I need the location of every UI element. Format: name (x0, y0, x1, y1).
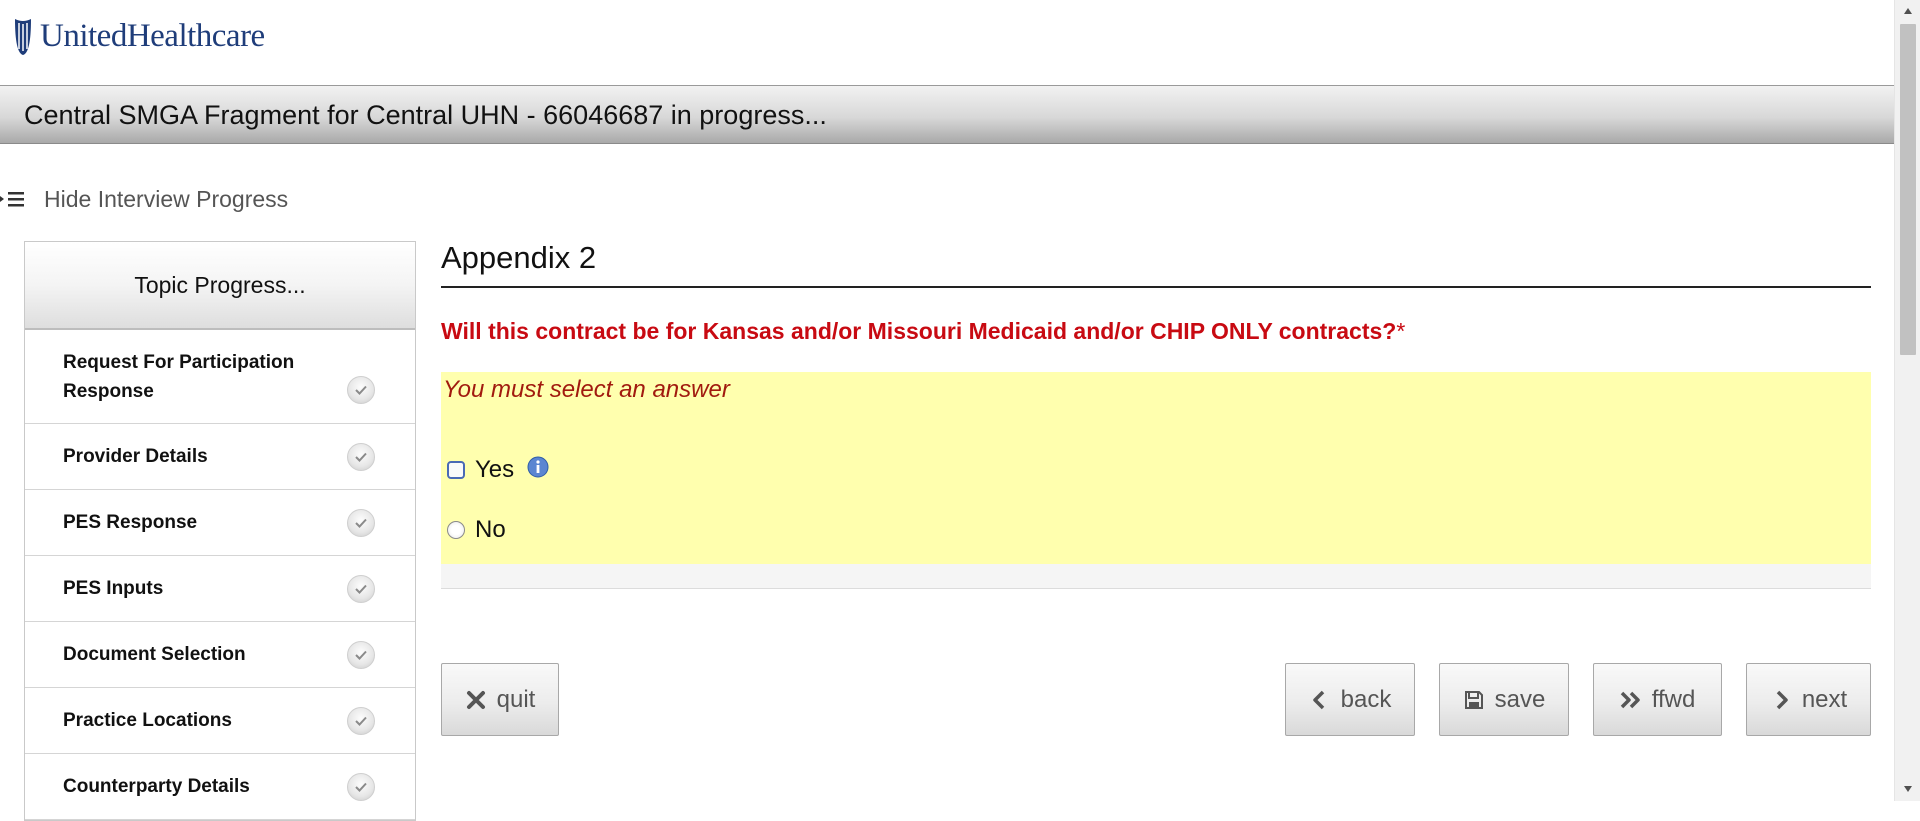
topic-item[interactable]: Counterparty Details (25, 754, 415, 820)
ffwd-label: ffwd (1651, 685, 1696, 713)
check-icon (347, 575, 375, 603)
check-icon (347, 376, 375, 404)
check-icon (347, 509, 375, 537)
topic-label: Document Selection (63, 644, 246, 665)
check-icon (347, 443, 375, 471)
interview-title: Central SMGA Fragment for Central UHN - … (24, 100, 827, 130)
double-chevron-right-icon (1620, 691, 1640, 708)
save-button[interactable]: save (1439, 663, 1569, 736)
scroll-up-arrow-icon[interactable] (1903, 7, 1913, 15)
page-scrollbar[interactable] (1894, 0, 1920, 801)
brand-header: UnitedHealthcare (0, 0, 1894, 85)
option-yes[interactable]: Yes (447, 456, 550, 484)
yes-checkbox[interactable] (447, 461, 465, 479)
interview-main: Appendix 2 Will this contract be for Kan… (441, 236, 1871, 589)
topic-label: Practice Locations (63, 710, 232, 731)
topic-label: PES Inputs (63, 578, 164, 599)
brand-name: UnitedHealthcare (40, 17, 265, 54)
topic-label: Counterparty Details (63, 776, 250, 797)
chevron-left-icon (1312, 690, 1324, 709)
topic-label: Provider Details (63, 446, 208, 467)
no-radio[interactable] (447, 521, 465, 539)
collapse-list-icon (0, 192, 24, 207)
hide-progress-toggle[interactable]: Hide Interview Progress (0, 184, 288, 214)
topic-item[interactable]: Document Selection (25, 622, 415, 688)
check-icon (347, 773, 375, 801)
brand-logo[interactable]: UnitedHealthcare (12, 14, 265, 58)
topic-progress-panel: Topic Progress... Request For Participat… (24, 241, 416, 821)
quit-button[interactable]: quit (441, 663, 559, 736)
close-icon (466, 690, 485, 709)
option-yes-label: Yes (475, 456, 515, 483)
page-title: Appendix 2 (441, 236, 1871, 288)
question-text: Will this contract be for Kansas and/or … (441, 318, 1871, 345)
check-icon (347, 707, 375, 735)
scrollbar-thumb[interactable] (1900, 24, 1916, 355)
uhc-shield-icon (15, 19, 31, 55)
info-icon[interactable] (526, 455, 550, 479)
chevron-right-icon (1776, 690, 1788, 709)
option-no-label: No (475, 516, 506, 543)
next-label: next (1801, 685, 1848, 713)
interview-title-bar: Central SMGA Fragment for Central UHN - … (0, 85, 1894, 144)
validation-error: You must select an answer (443, 376, 730, 403)
back-button[interactable]: back (1285, 663, 1415, 736)
answer-panel-footer (441, 564, 1871, 589)
required-marker: * (1396, 318, 1406, 344)
next-button[interactable]: next (1746, 663, 1871, 736)
save-label: save (1494, 685, 1546, 713)
topic-item[interactable]: PES Response (25, 490, 415, 556)
topic-item[interactable]: PES Inputs (25, 556, 415, 622)
topic-label: Request For Participation Response (63, 351, 295, 402)
topic-item[interactable]: Provider Details (25, 424, 415, 490)
topic-progress-header: Topic Progress... (25, 242, 415, 330)
hide-progress-label: Hide Interview Progress (44, 185, 289, 212)
topic-item[interactable]: Practice Locations (25, 688, 415, 754)
answer-panel: You must select an answer Yes No (441, 372, 1871, 564)
option-no[interactable]: No (447, 516, 506, 544)
back-label: back (1340, 685, 1392, 713)
topic-label: PES Response (63, 512, 198, 533)
floppy-disk-icon (1464, 690, 1483, 709)
topic-item[interactable]: Request For Participation Response (25, 330, 415, 424)
quit-label: quit (496, 685, 536, 713)
check-icon (347, 641, 375, 669)
ffwd-button[interactable]: ffwd (1593, 663, 1722, 736)
scroll-down-arrow-icon[interactable] (1903, 785, 1913, 793)
question-label: Will this contract be for Kansas and/or … (441, 318, 1397, 344)
